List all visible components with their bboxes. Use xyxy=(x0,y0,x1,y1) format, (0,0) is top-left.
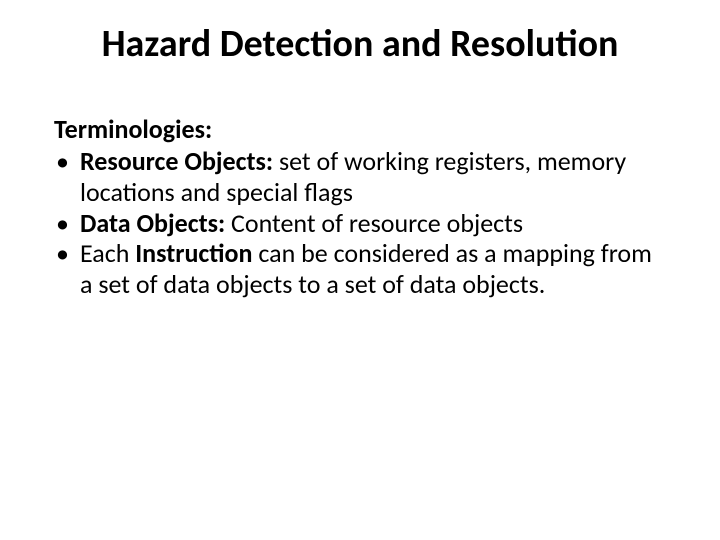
bullet-list: Resource Objects: set of working registe… xyxy=(54,146,666,299)
bullet-pre: Each xyxy=(80,237,135,269)
bullet-term: Resource Objects: xyxy=(80,145,279,177)
bullet-term: Data Objects: xyxy=(80,207,231,239)
bullet-desc: Content of resource objects xyxy=(231,207,523,239)
list-item: Resource Objects: set of working registe… xyxy=(54,146,666,207)
slide-body: Terminologies: Resource Objects: set of … xyxy=(0,66,720,300)
list-item: Data Objects: Content of resource object… xyxy=(54,208,666,239)
list-item: Each Instruction can be considered as a … xyxy=(54,238,666,299)
slide: Hazard Detection and Resolution Terminol… xyxy=(0,0,720,540)
slide-title: Hazard Detection and Resolution xyxy=(0,0,720,66)
bullet-term: Instruction xyxy=(135,237,252,269)
body-subhead: Terminologies: xyxy=(54,114,666,145)
